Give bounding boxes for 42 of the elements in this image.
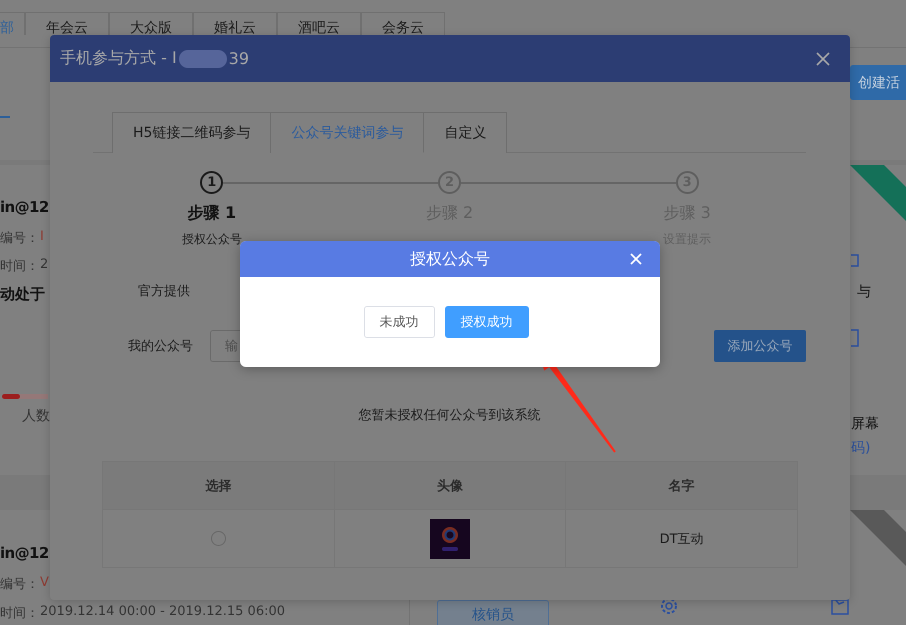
tab-underline [0,116,10,118]
cancel-button[interactable]: 未成功 [364,306,434,338]
tab[interactable]: 自定义 [424,112,508,153]
close-icon[interactable] [816,52,830,66]
confirm-button[interactable]: 授权成功 [444,306,528,338]
account-label: 我的公众号 [127,338,193,355]
table-cell: DT互动 [566,510,798,568]
tab[interactable]: 大众版 [109,12,193,35]
step-caption: 授权公众号 [182,231,242,246]
dialog-title: 手机参与方式 - I [60,48,177,69]
feature-label: 屏幕 [851,415,879,433]
field-label: 编号： [0,576,39,593]
column-header: 头像 [334,462,566,510]
official-label: 官方提供 [138,283,190,300]
field-label: 时间： [0,258,39,275]
create-button[interactable]: 创建活 [850,65,906,100]
status-text: 动处于 [0,285,45,304]
empty-message: 您暂未授权任何公众号到该系统 [358,407,542,424]
event-number: I [40,229,44,246]
step-number: 1 [200,171,224,194]
tab[interactable]: 酒吧云 [277,12,361,35]
add-account-button[interactable]: 添加公众号 [714,330,806,362]
radio-button[interactable] [210,530,226,546]
event-time: 2019.12.14 00:00 - 2019.12.15 06:00 [40,604,286,621]
column-header: 选择 [102,462,334,510]
tab[interactable]: 年会云 [25,12,109,35]
feature-label: 与 [857,283,871,301]
column-header: 名字 [566,462,798,510]
step-title: 步骤 1 [187,203,236,224]
tab[interactable]: 会务云 [361,12,445,35]
tab[interactable]: H5链接二维码参与 [112,112,272,153]
event-time: 2 [40,257,48,274]
modal-title: 授权公众号 [410,248,490,270]
tab[interactable]: 婚礼云 [193,12,277,35]
account-name: in@12 [0,544,49,562]
redacted-area [178,50,227,68]
field-label: 时间： [0,605,39,622]
event-number: V [40,575,49,592]
account-name: in@12 [0,198,49,216]
count-label: 人数 [22,407,50,425]
dialog-title: 39 [228,49,250,68]
field-label: 编号： [0,230,39,247]
